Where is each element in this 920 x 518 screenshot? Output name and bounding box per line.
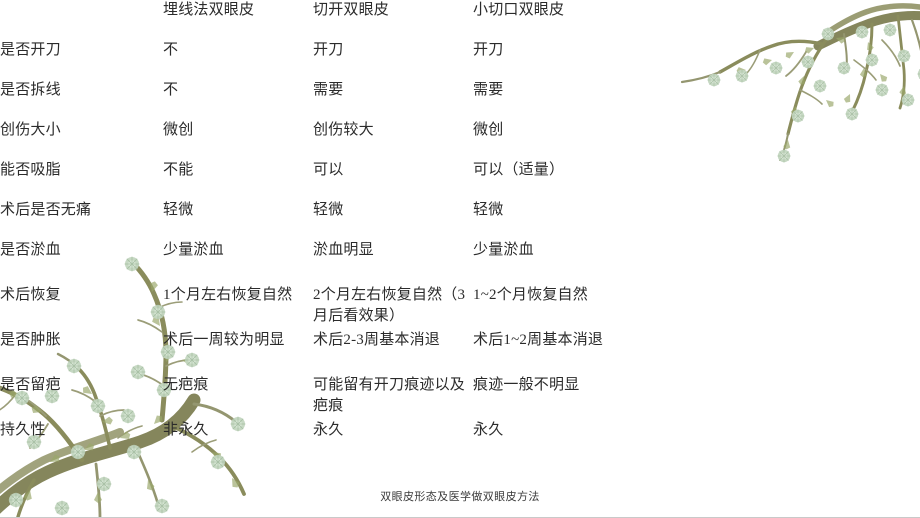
header-cell-method2: 切开双眼皮 [313,2,390,18]
row-value-method2: 可能留有开刀痕迹以及疤痕 [313,377,466,414]
header-cell-method3: 小切口双眼皮 [473,2,565,18]
row-value-method2: 永久 [313,422,344,438]
row-value-method3: 需要 [473,82,504,98]
row-value-method2: 需要 [313,82,344,98]
row-value-method3: 少量淤血 [473,242,534,258]
table-row: 创伤大小 微创 创伤较大 微创 [0,120,628,160]
slide-canvas: 埋线法双眼皮 切开双眼皮 小切口双眼皮 是否开刀 不 开刀 开刀 是否拆线 不 … [0,0,920,518]
row-label: 能否吸脂 [0,162,61,178]
row-label: 创伤大小 [0,122,61,138]
row-label: 术后恢复 [0,287,61,303]
row-value-method1: 轻微 [163,202,194,218]
row-value-method3: 1~2个月恢复自然 [473,287,588,303]
row-value-method3: 术后1~2周基本消退 [473,332,604,348]
table-row: 是否拆线 不 需要 需要 [0,80,628,120]
row-value-method3: 微创 [473,122,504,138]
row-value-method1: 1个月左右恢复自然 [163,287,293,303]
comparison-table: 埋线法双眼皮 切开双眼皮 小切口双眼皮 是否开刀 不 开刀 开刀 是否拆线 不 … [0,0,628,460]
footer-caption: 双眼皮形态及医学做双眼皮方法 [380,491,540,503]
header-cell-feature [0,0,163,40]
table-header-row: 埋线法双眼皮 切开双眼皮 小切口双眼皮 [0,0,628,40]
row-value-method1: 不 [163,82,179,98]
row-label: 是否肿胀 [0,332,61,348]
row-value-method1: 少量淤血 [163,242,224,258]
row-value-method2: 淤血明显 [313,242,374,258]
row-value-method3: 痕迹一般不明显 [473,377,580,393]
table-row: 能否吸脂 不能 可以 可以（适量） [0,160,628,200]
row-value-method2: 轻微 [313,202,344,218]
table-row: 术后恢复 1个月左右恢复自然 2个月左右恢复自然（3月后看效果） 1~2个月恢复… [0,285,628,330]
row-label: 术后是否无痛 [0,202,92,218]
row-value-method3: 开刀 [473,42,504,58]
row-value-method1: 微创 [163,122,194,138]
row-value-method1: 术后一周较为明显 [163,332,285,348]
table-row: 是否淤血 少量淤血 淤血明显 少量淤血 [0,240,628,285]
row-value-method1: 不 [163,42,179,58]
row-value-method2: 创伤较大 [313,122,374,138]
row-value-method2: 术后2-3周基本消退 [313,332,440,348]
row-value-method1: 无疤痕 [163,377,209,393]
row-value-method1: 非永久 [163,422,209,438]
row-value-method2: 开刀 [313,42,344,58]
table-row: 是否肿胀 术后一周较为明显 术后2-3周基本消退 术后1~2周基本消退 [0,330,628,375]
row-label: 是否留疤 [0,377,61,393]
table-row: 是否开刀 不 开刀 开刀 [0,40,628,80]
row-value-method1: 不能 [163,162,194,178]
header-cell-method1: 埋线法双眼皮 [163,2,255,18]
row-label: 是否拆线 [0,82,61,98]
row-value-method2: 可以 [313,162,344,178]
row-label: 是否淤血 [0,242,61,258]
comparison-table-wrap: 埋线法双眼皮 切开双眼皮 小切口双眼皮 是否开刀 不 开刀 开刀 是否拆线 不 … [0,0,920,518]
row-value-method3: 可以（适量） [473,162,565,178]
row-label: 是否开刀 [0,42,61,58]
table-row: 术后是否无痛 轻微 轻微 轻微 [0,200,628,240]
row-label: 持久性 [0,422,46,438]
table-row: 是否留疤 无疤痕 可能留有开刀痕迹以及疤痕 痕迹一般不明显 [0,375,628,420]
table-row: 持久性 非永久 永久 永久 [0,420,628,460]
row-value-method3: 轻微 [473,202,504,218]
row-value-method2: 2个月左右恢复自然（3月后看效果） [313,287,466,324]
row-value-method3: 永久 [473,422,504,438]
